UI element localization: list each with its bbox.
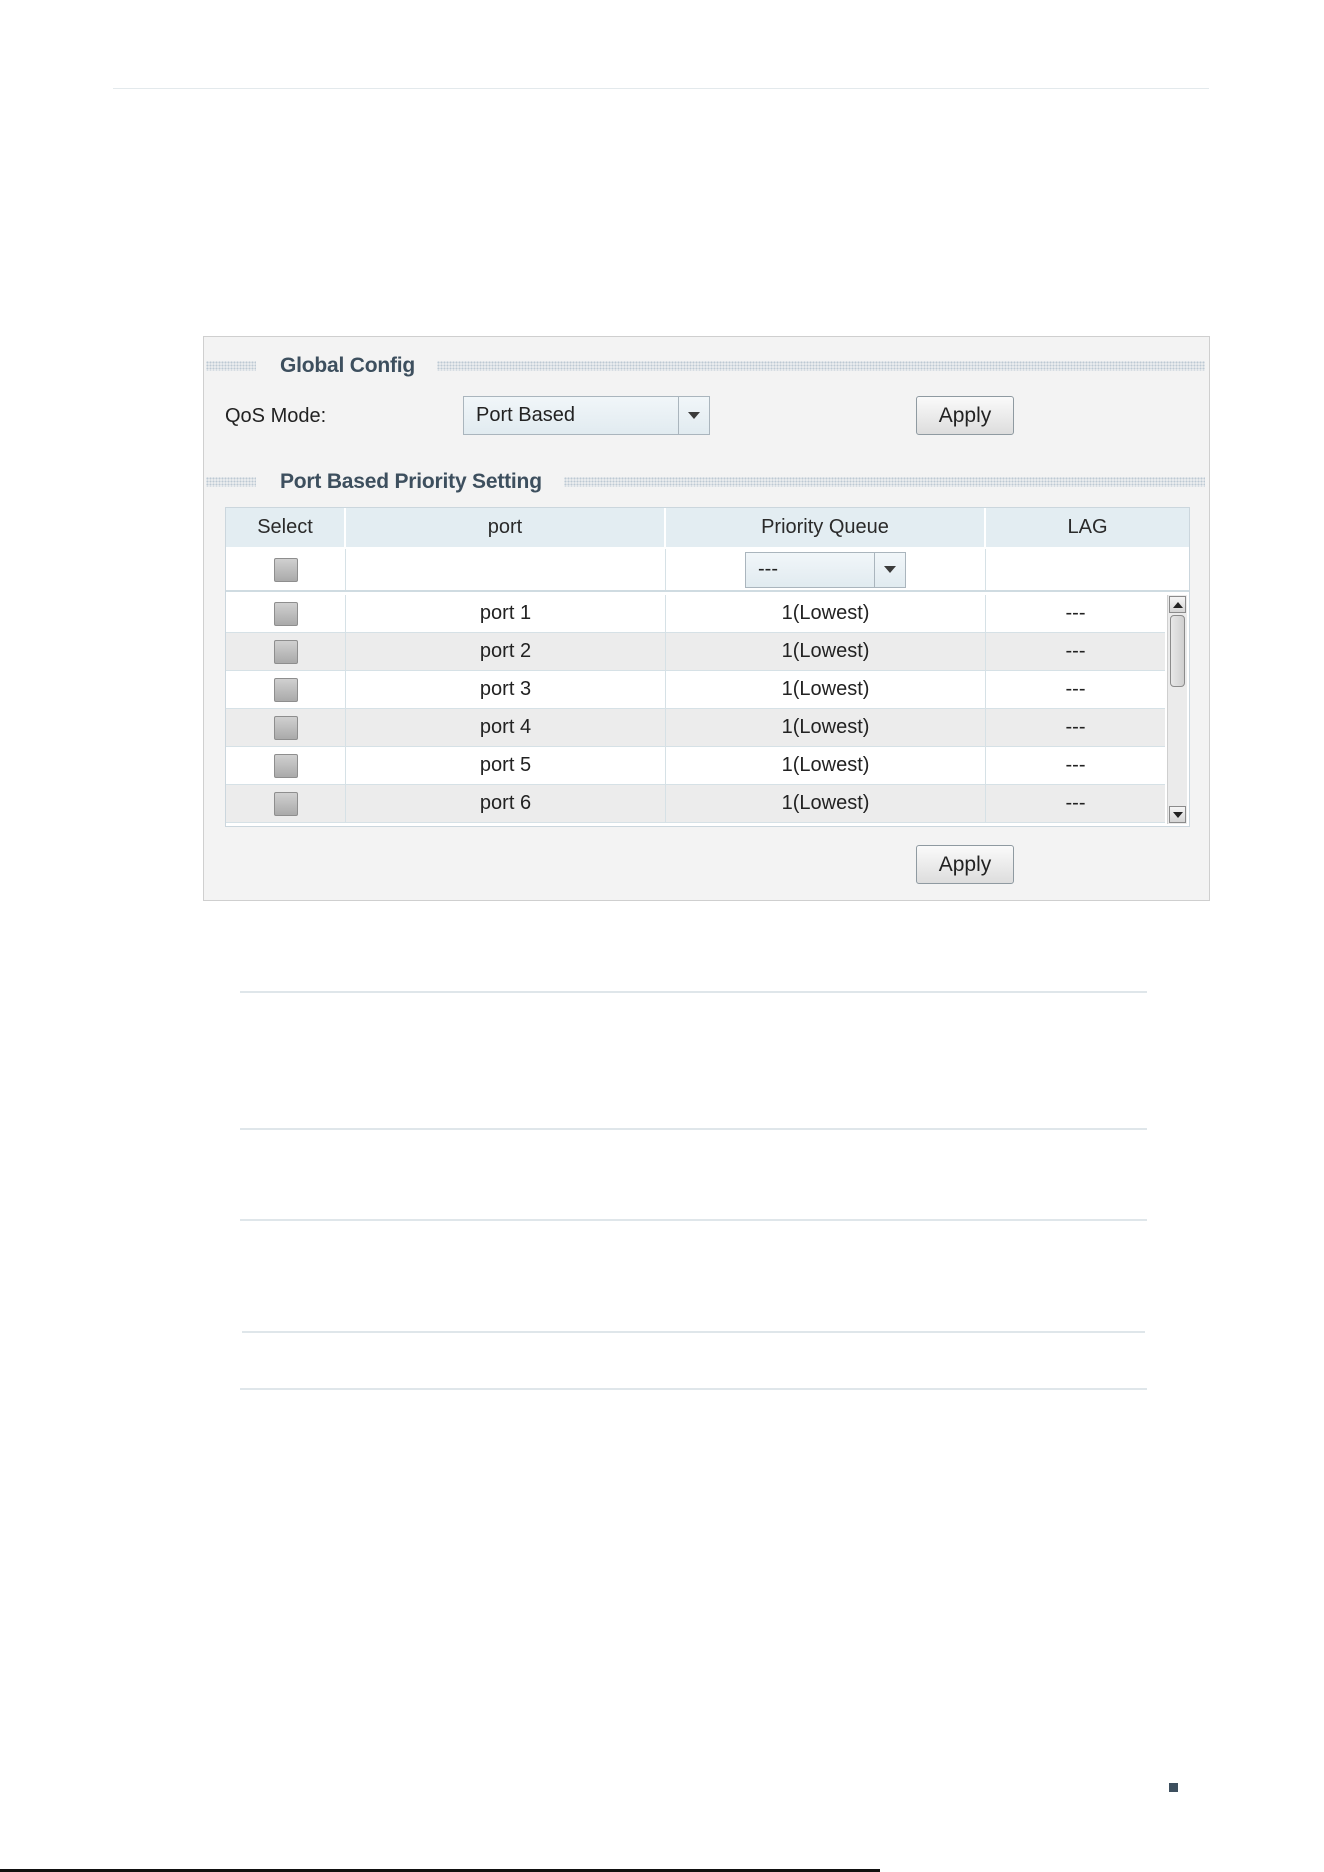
row-checkbox[interactable] [273, 753, 298, 778]
priority-queue-cell: 1(Lowest) [666, 785, 986, 822]
lag-cell: --- [1065, 602, 1086, 624]
port-cell: port 1 [346, 595, 666, 632]
priority-queue-cell: 1(Lowest) [666, 709, 986, 746]
port-cell: port 5 [346, 747, 666, 784]
row-checkbox[interactable] [273, 715, 298, 740]
table-header: Select port Priority Queue LAG [226, 508, 1189, 547]
table-row[interactable]: port 5 1(Lowest) --- [226, 747, 1165, 785]
header-rule [113, 88, 1209, 89]
header-dots-left [206, 361, 256, 371]
table-scrollbar[interactable] [1167, 595, 1187, 824]
header-dots-right [563, 477, 1205, 487]
priority-queue-filter-value: --- [758, 558, 778, 580]
port-cell: port 3 [346, 671, 666, 708]
lag-cell: --- [1065, 716, 1086, 738]
table-rule [240, 991, 1147, 993]
scroll-down-icon[interactable] [1169, 806, 1186, 823]
table-row[interactable]: port 4 1(Lowest) --- [226, 709, 1165, 747]
section-title-port-priority: Port Based Priority Setting [280, 470, 542, 493]
port-cell: port 6 [346, 785, 666, 822]
global-apply-button[interactable]: Apply [916, 396, 1014, 435]
scrollbar-thumb[interactable] [1170, 615, 1185, 687]
port-cell: port 4 [346, 709, 666, 746]
row-checkbox[interactable] [273, 677, 298, 702]
column-header-port: port [346, 508, 666, 547]
select-all-checkbox[interactable] [273, 557, 298, 582]
lag-cell: --- [1065, 792, 1086, 814]
port-priority-table: Select port Priority Queue LAG --- port … [225, 507, 1190, 827]
table-row[interactable]: port 3 1(Lowest) --- [226, 671, 1165, 709]
header-dots-right [437, 361, 1205, 371]
priority-queue-cell: 1(Lowest) [666, 671, 986, 708]
qos-config-panel: Global Config QoS Mode: Port Based Apply… [203, 336, 1210, 901]
global-config-header: Global Config [206, 354, 1205, 377]
row-checkbox[interactable] [273, 601, 298, 626]
port-priority-header: Port Based Priority Setting [206, 470, 1205, 493]
table-rule [242, 1331, 1145, 1333]
qos-mode-value: Port Based [476, 404, 575, 426]
table-row[interactable]: port 1 1(Lowest) --- [226, 595, 1165, 633]
header-dots-left [206, 477, 256, 487]
table-rule [240, 1219, 1147, 1221]
filter-row: --- [226, 549, 1189, 592]
lag-cell: --- [1065, 754, 1086, 776]
port-priority-apply-button[interactable]: Apply [916, 845, 1014, 884]
table-row[interactable]: port 6 1(Lowest) --- [226, 785, 1165, 823]
table-rule [240, 1128, 1147, 1130]
table-rule [240, 1388, 1147, 1390]
dropdown-arrow-icon[interactable] [678, 397, 709, 434]
column-header-lag: LAG [1067, 516, 1108, 538]
scroll-up-icon[interactable] [1169, 596, 1186, 613]
priority-queue-filter-select[interactable]: --- [745, 551, 906, 588]
row-checkbox[interactable] [273, 791, 298, 816]
priority-queue-cell: 1(Lowest) [666, 595, 986, 632]
qos-mode-select[interactable]: Port Based [463, 396, 710, 435]
section-title-global-config: Global Config [280, 354, 416, 377]
row-checkbox[interactable] [273, 639, 298, 664]
lag-cell: --- [1065, 678, 1086, 700]
lag-cell: --- [1065, 640, 1086, 662]
column-header-select: Select [226, 508, 346, 547]
column-header-priority-queue: Priority Queue [666, 508, 986, 547]
dropdown-arrow-icon[interactable] [874, 552, 905, 587]
priority-queue-cell: 1(Lowest) [666, 747, 986, 784]
port-cell: port 2 [346, 633, 666, 670]
priority-queue-cell: 1(Lowest) [666, 633, 986, 670]
page-marker-icon [1169, 1783, 1178, 1792]
qos-mode-label: QoS Mode: [225, 405, 327, 427]
table-row[interactable]: port 2 1(Lowest) --- [226, 633, 1165, 671]
